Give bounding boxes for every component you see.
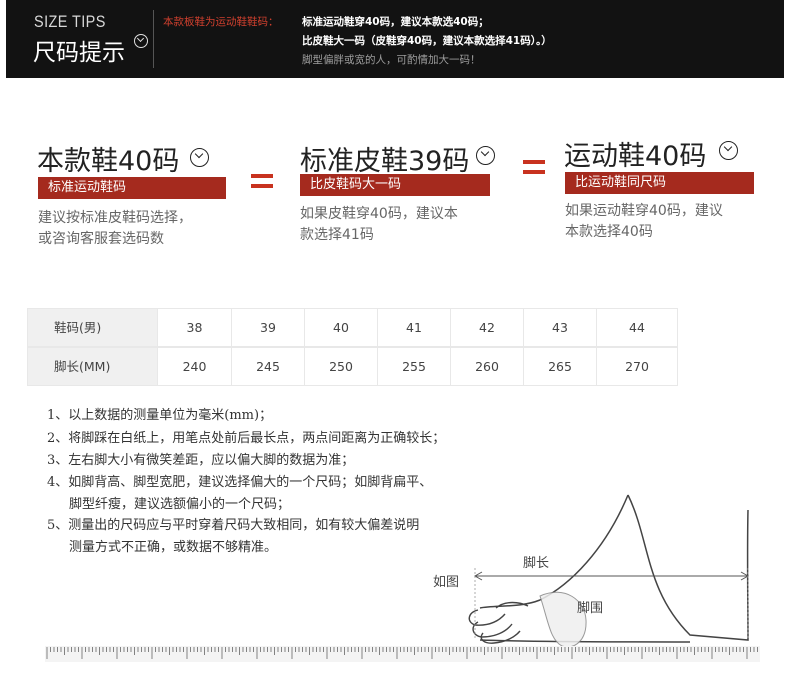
foot-illustration <box>45 494 760 662</box>
foot-outline-heel <box>627 494 749 641</box>
foot-measurement-diagram: 如图 脚长 脚围 <box>0 0 790 680</box>
foot-toes <box>468 601 529 644</box>
diagram-example-label: 如图 <box>433 575 460 590</box>
foot-outline-top <box>479 494 629 609</box>
foot-length-label: 脚长 <box>523 556 550 571</box>
foot-girth-label: 脚围 <box>577 601 604 616</box>
foot-outline-sole <box>479 639 691 643</box>
